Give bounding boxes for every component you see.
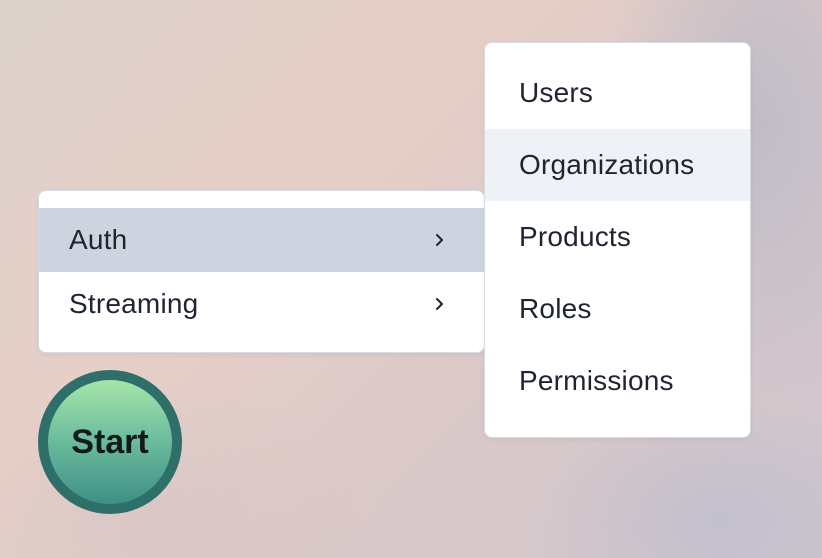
start-button-label: Start	[71, 422, 149, 461]
submenu-item-roles[interactable]: Roles	[485, 273, 750, 345]
auth-submenu: Users Organizations Products Roles Permi…	[484, 42, 751, 438]
desktop-background: Auth Streaming Users Organizations Produ…	[0, 0, 822, 558]
submenu-item-label: Roles	[519, 293, 592, 324]
submenu-item-users[interactable]: Users	[485, 57, 750, 129]
submenu-item-label: Products	[519, 221, 632, 252]
start-button[interactable]: Start	[38, 370, 182, 514]
submenu-item-organizations[interactable]: Organizations	[485, 129, 750, 201]
submenu-item-permissions[interactable]: Permissions	[485, 345, 750, 417]
menu-item-label: Auth	[69, 224, 128, 255]
start-button-face: Start	[48, 380, 172, 504]
menu-item-label: Streaming	[69, 288, 199, 319]
chevron-right-icon	[432, 232, 448, 248]
chevron-right-icon	[432, 296, 448, 312]
menu-item-auth[interactable]: Auth	[39, 208, 484, 272]
submenu-item-label: Permissions	[519, 365, 674, 396]
submenu-item-label: Organizations	[519, 149, 695, 180]
submenu-item-products[interactable]: Products	[485, 201, 750, 273]
menu-item-streaming[interactable]: Streaming	[39, 272, 484, 336]
submenu-item-label: Users	[519, 77, 594, 108]
start-menu: Auth Streaming	[38, 190, 485, 353]
